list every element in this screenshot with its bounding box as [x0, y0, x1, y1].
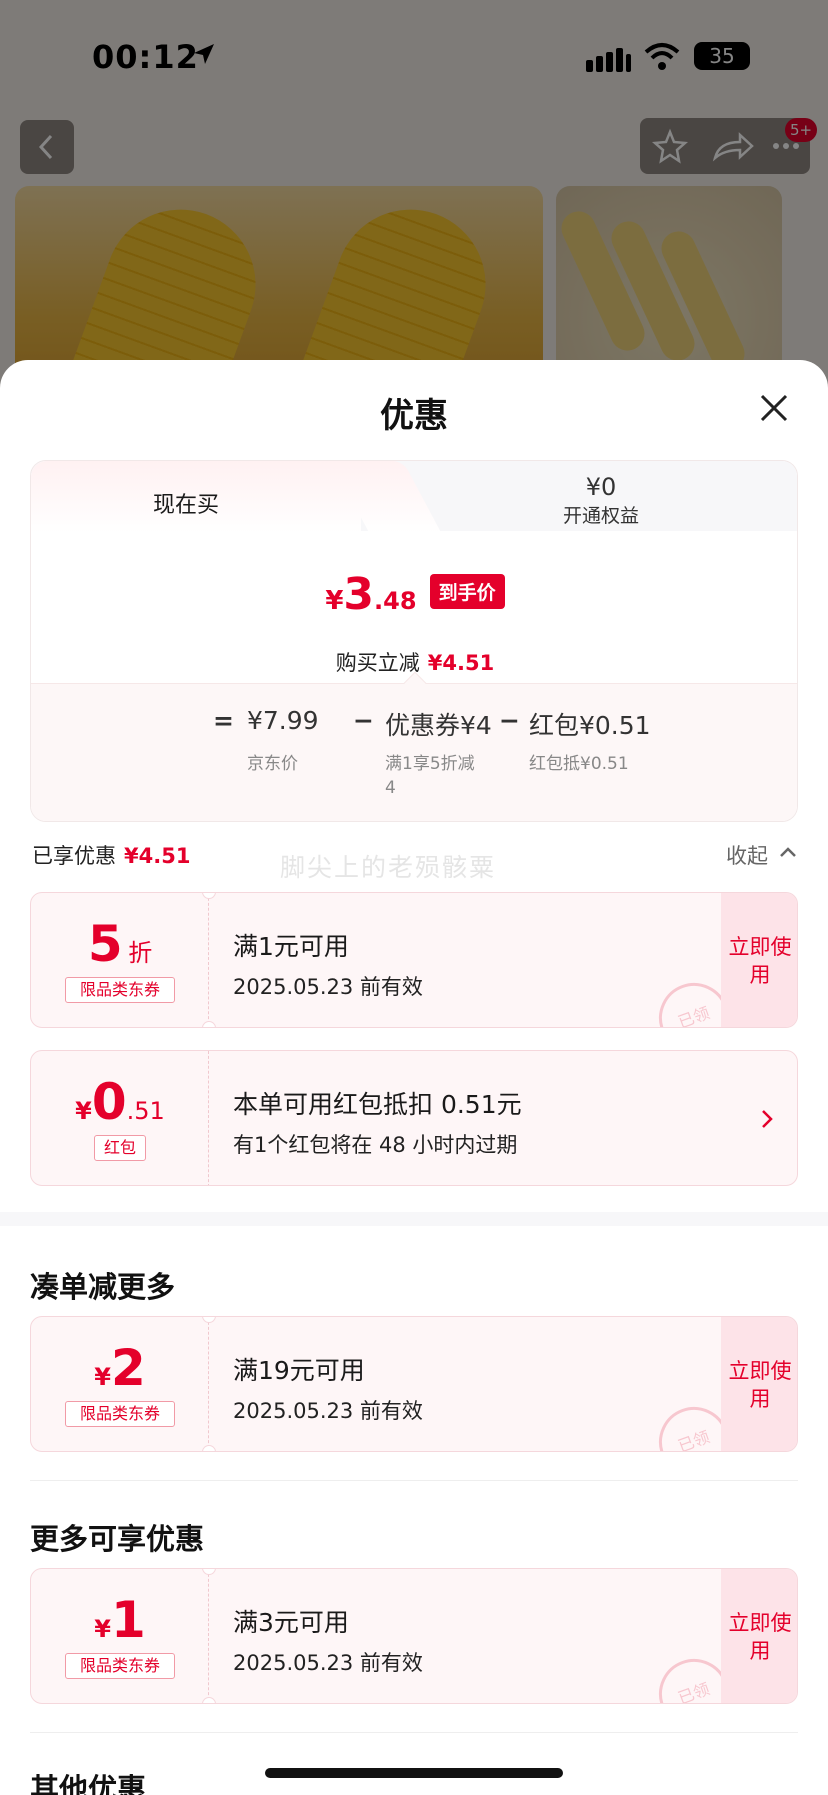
modal-backdrop[interactable] [0, 0, 828, 400]
discount-sheet: 优惠 现在买 ¥0 开通权益 ¥3.48 到手价 购买立减 ¥4.51 = ¥7.… [0, 360, 828, 1795]
coupon-title: 满3元可用 [233, 1608, 349, 1637]
coupon-card[interactable]: ¥2 限品类东券 满19元可用 2025.05.23 前有效 已领 立即使用 [30, 1316, 798, 1452]
section-title-other-enjoy: 更多可享优惠 [30, 1522, 205, 1556]
redpacket-tag: 红包 [94, 1135, 146, 1161]
sheet-title: 优惠 [380, 396, 448, 436]
coupon-title: 满19元可用 [233, 1356, 365, 1385]
redpacket-amount: 红包¥0.51 [529, 711, 651, 740]
tab-member-price[interactable]: ¥0 [431, 473, 771, 501]
section-divider [0, 1212, 828, 1226]
section-title-other: 其他优惠 [30, 1772, 147, 1795]
coupon-validity: 2025.05.23 前有效 [233, 975, 423, 999]
redpacket-title: 本单可用红包抵扣 0.51元 [233, 1090, 522, 1119]
coupon-validity: 2025.05.23 前有效 [233, 1399, 423, 1423]
watermark: 脚尖上的老殒骸粟 [280, 853, 497, 882]
price-breakdown: = ¥7.99 − 优惠券¥4 − 红包¥0.51 京东价 满1享5折减 4 红… [31, 671, 797, 821]
redpacket-card[interactable]: ¥0.51 红包 本单可用红包抵扣 0.51元 有1个红包将在 48 小时内过期 [30, 1050, 798, 1186]
jd-price-label: 京东价 [247, 754, 298, 774]
coupon-value: ¥1 [94, 1591, 146, 1649]
redpacket-expiry: 有1个红包将在 48 小时内过期 [233, 1133, 518, 1157]
chevron-right-icon[interactable] [757, 1105, 777, 1133]
coupon-amount: 优惠券¥4 [385, 711, 492, 740]
coupon-type-tag: 限品类东券 [65, 977, 175, 1003]
divider [30, 1480, 798, 1481]
coupon-type-tag: 限品类东券 [65, 1401, 175, 1427]
tab-buy-now-label[interactable]: 现在买 [31, 487, 341, 519]
price-card: 现在买 ¥0 开通权益 ¥3.48 到手价 购买立减 ¥4.51 = ¥7.99 … [30, 460, 798, 822]
coupon-rule-label: 满1享5折减 [385, 754, 475, 774]
jd-price: ¥7.99 [247, 706, 319, 735]
coupon-card[interactable]: 5 折 限品类东券 满1元可用 2025.05.23 前有效 已领 立即使用 [30, 892, 798, 1028]
redpacket-value: ¥0.51 [75, 1073, 165, 1131]
coupon-value: ¥2 [94, 1339, 146, 1397]
divider [30, 1732, 798, 1733]
use-now-button[interactable]: 立即使用 [721, 1569, 797, 1703]
section-title-more: 凑单减更多 [30, 1270, 176, 1304]
home-indicator[interactable] [265, 1768, 563, 1778]
coupon-type-tag: 限品类东券 [65, 1653, 175, 1679]
use-now-button[interactable]: 立即使用 [721, 893, 797, 1027]
redpacket-label: 红包抵¥0.51 [529, 754, 629, 774]
use-now-button[interactable]: 立即使用 [721, 1317, 797, 1451]
close-icon[interactable] [756, 390, 792, 426]
coupon-card[interactable]: ¥1 限品类东券 满3元可用 2025.05.23 前有效 已领 立即使用 [30, 1568, 798, 1704]
final-price-tag: 到手价 [429, 574, 505, 609]
coupon-value: 5 折 [87, 915, 153, 973]
price-tabs: 现在买 ¥0 开通权益 [31, 461, 797, 533]
collapse-button[interactable]: 收起 [726, 840, 768, 870]
final-price: ¥3.48 到手价 [31, 569, 797, 620]
coupon-validity: 2025.05.23 前有效 [233, 1651, 423, 1675]
enjoyed-discount: 已享优惠 ¥4.51 [32, 844, 191, 868]
coupon-title: 满1元可用 [233, 932, 349, 961]
tab-member-label[interactable]: 开通权益 [431, 501, 771, 528]
chevron-up-icon[interactable] [778, 842, 798, 862]
